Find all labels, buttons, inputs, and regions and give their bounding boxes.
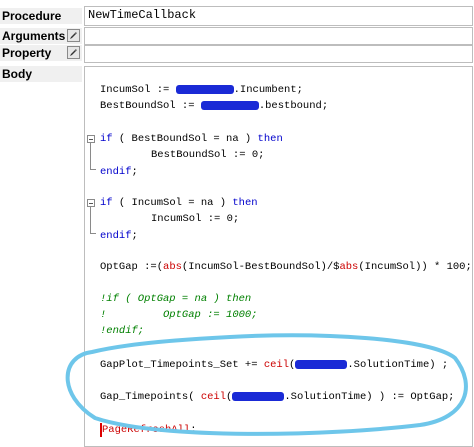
procedure-name-field[interactable]: NewTimeCallback <box>84 6 473 26</box>
code-comment-1: !if ( OptGap = na ) then <box>100 293 252 305</box>
code-comment-3: !endif; <box>100 325 145 337</box>
fold-guide <box>90 143 91 169</box>
arguments-edit-button[interactable] <box>67 29 80 42</box>
code-line-optgap: OptGap :=(abs(IncumSol-BestBoundSol)/$ab… <box>100 261 472 273</box>
code-line-incumsol-zero: IncumSol := 0; <box>151 213 240 225</box>
body-code-editor[interactable]: IncumSol := .Incumbent; BestBoundSol := … <box>84 66 473 447</box>
fold-gutter <box>85 67 97 446</box>
code-line-if-bestbound: if ( BestBoundSol = na ) then <box>100 133 283 145</box>
code-comment-2: ! OptGap := 1000; <box>100 309 258 321</box>
fold-end-marker <box>90 169 96 170</box>
pencil-icon <box>70 32 77 39</box>
code-line-incumsol: IncumSol := .Incumbent; <box>100 84 303 96</box>
redacted-text <box>200 100 259 110</box>
property-field[interactable] <box>84 45 473 63</box>
fold-toggle-icon[interactable] <box>87 135 95 143</box>
code-line-if-incumsol: if ( IncumSol = na ) then <box>100 197 258 209</box>
procedure-label: Procedure <box>0 8 82 24</box>
code-line-bestboundsol: BestBoundSol := .bestbound; <box>100 100 329 112</box>
fold-end-marker <box>90 233 96 234</box>
redacted-text <box>232 391 285 401</box>
property-edit-button[interactable] <box>67 46 80 59</box>
fold-toggle-icon[interactable] <box>87 199 95 207</box>
pencil-icon <box>70 49 77 56</box>
fold-guide <box>90 207 91 233</box>
code-line-bestbound-zero: BestBoundSol := 0; <box>151 149 265 161</box>
arguments-field[interactable] <box>84 27 473 45</box>
code-line-endif-1: endif; <box>100 166 138 178</box>
code-line-gap-timepoints: Gap_Timepoints( ceil(.SolutionTime) ) :=… <box>100 391 455 403</box>
redacted-text <box>295 359 348 369</box>
code-line-endif-2: endif; <box>100 230 138 242</box>
code-line-gapplot-set: GapPlot_Timepoints_Set += ceil(.Solution… <box>100 359 449 371</box>
code-line-pagerefresh: PageRefreshAll; <box>102 424 197 436</box>
redacted-text <box>175 84 234 94</box>
body-label: Body <box>0 66 82 82</box>
